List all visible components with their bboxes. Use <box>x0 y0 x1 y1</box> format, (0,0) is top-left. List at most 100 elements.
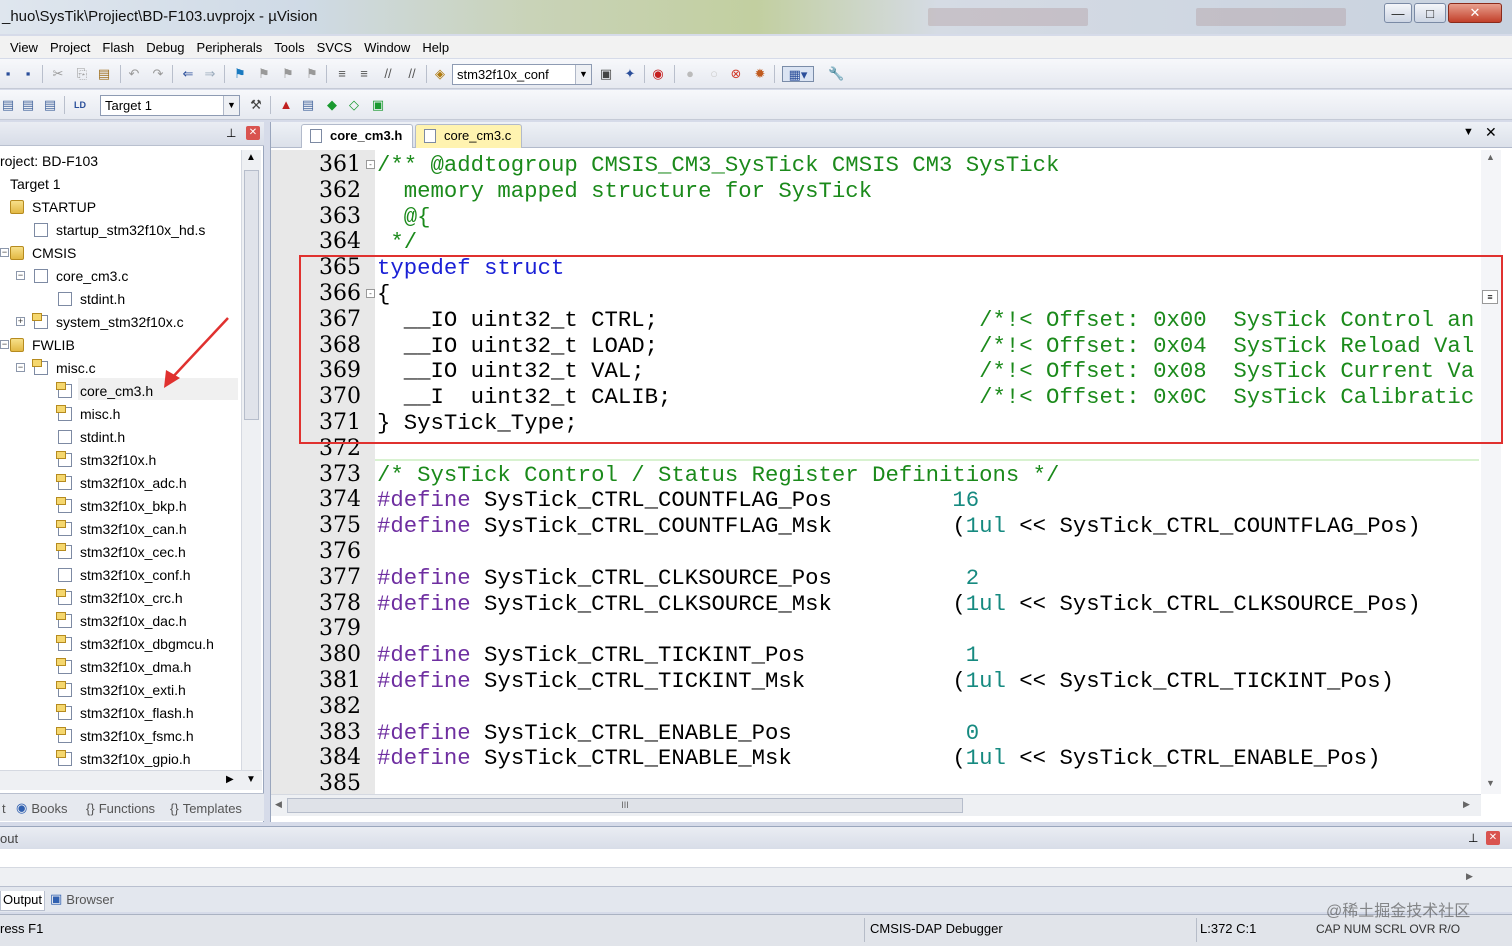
expander-icon[interactable]: − <box>0 340 9 349</box>
tab-project[interactable]: t <box>0 798 8 818</box>
close-button[interactable]: ✕ <box>1448 3 1502 23</box>
tree-item[interactable]: stdint.h <box>58 426 125 448</box>
tree-item[interactable]: stm32f10x_fsmc.h <box>56 725 194 747</box>
incremental-find-icon[interactable]: ✦ <box>622 66 638 82</box>
disable-breakpoint-icon[interactable]: ○ <box>706 66 722 82</box>
translate-icon[interactable]: ▤ <box>0 97 16 113</box>
copy-icon[interactable]: ⎘ <box>74 66 90 82</box>
tree-horizontal-scrollbar[interactable]: ▶ ▼ <box>0 770 262 790</box>
scrollbar-thumb[interactable] <box>244 170 259 420</box>
tree-item[interactable]: CMSIS <box>10 242 76 264</box>
scroll-down-icon[interactable]: ▼ <box>246 774 256 785</box>
tree-item[interactable]: stm32f10x_dbgmcu.h <box>56 633 214 655</box>
tree-item[interactable]: STARTUP <box>10 196 96 218</box>
tree-item[interactable]: stm32f10x_dma.h <box>56 656 191 678</box>
prev-bookmark-icon[interactable]: ⚑ <box>256 66 272 82</box>
tree-item[interactable]: stm32f10x_bkp.h <box>56 495 187 517</box>
tree-item[interactable]: Target 1 <box>10 173 61 195</box>
select-packs-icon[interactable]: ◇ <box>346 97 362 113</box>
clear-bookmarks-icon[interactable]: ⚑ <box>304 66 320 82</box>
comment-icon[interactable]: // <box>380 66 396 82</box>
unindent-icon[interactable]: ≡ <box>356 66 372 82</box>
close-panel-icon[interactable]: ✕ <box>1486 831 1500 845</box>
tab-templates[interactable]: {} Templates <box>168 798 244 818</box>
find-in-files-icon[interactable]: ◈ <box>432 66 448 82</box>
tree-item[interactable]: stm32f10x_crc.h <box>56 587 183 609</box>
tab-core-cm3-h[interactable]: core_cm3.h <box>301 124 414 148</box>
chevron-down-icon[interactable]: ▼ <box>575 65 591 84</box>
manage-rte-icon[interactable]: ◆ <box>324 97 340 113</box>
tree-item[interactable]: stm32f10x_can.h <box>56 518 187 540</box>
window-layout-icon[interactable]: ▦▾ <box>782 66 814 82</box>
rebuild-icon[interactable]: ▤ <box>42 97 58 113</box>
file-extensions-icon[interactable]: ▤ <box>300 97 316 113</box>
redo-icon[interactable]: ↷ <box>150 66 166 82</box>
menu-view[interactable]: View <box>0 40 44 55</box>
pin-icon[interactable]: ⊥ <box>226 126 236 140</box>
pack-installer-icon[interactable]: ▣ <box>370 97 386 113</box>
menu-peripherals[interactable]: Peripherals <box>191 40 269 55</box>
find-icon[interactable]: ▣ <box>598 66 614 82</box>
manage-components-icon[interactable]: ▲ <box>278 97 294 113</box>
scroll-up-icon[interactable]: ▲ <box>1486 152 1495 162</box>
maximize-button[interactable]: □ <box>1414 3 1446 23</box>
build-icon[interactable]: ▤ <box>20 97 36 113</box>
fold-icon[interactable]: - <box>366 160 375 169</box>
tree-item[interactable]: stm32f10x_exti.h <box>56 679 186 701</box>
pin-icon[interactable]: ⊥ <box>1468 831 1478 845</box>
load-icon[interactable]: LD <box>72 97 88 113</box>
disable-all-breakpoints-icon[interactable]: ✹ <box>752 66 768 82</box>
save-all-icon[interactable]: ▪ <box>20 66 36 82</box>
output-horizontal-scrollbar[interactable]: ▶ <box>0 867 1512 887</box>
menu-tools[interactable]: Tools <box>268 40 310 55</box>
tab-output[interactable]: Output <box>0 891 46 911</box>
close-tab-icon[interactable]: ✕ <box>1485 124 1497 141</box>
undo-icon[interactable]: ↶ <box>126 66 142 82</box>
debug-session-icon[interactable]: ◉ <box>650 66 666 82</box>
tab-list-icon[interactable]: ▼ <box>1463 126 1474 138</box>
editor-vertical-scrollbar[interactable]: ▲ ≡ ▼ <box>1481 150 1501 794</box>
tree-item[interactable]: stm32f10x_cec.h <box>56 541 186 563</box>
target-options-icon[interactable]: ⚒ <box>248 97 264 113</box>
scroll-left-icon[interactable]: ◀ <box>275 799 282 810</box>
expander-icon[interactable]: − <box>0 248 9 257</box>
next-bookmark-icon[interactable]: ⚑ <box>280 66 296 82</box>
uncomment-icon[interactable]: // <box>404 66 420 82</box>
save-icon[interactable]: ▪ <box>0 66 16 82</box>
tab-books[interactable]: ◉ Books <box>14 798 69 818</box>
tree-item[interactable]: misc.c <box>32 357 96 379</box>
menu-project[interactable]: Project <box>44 40 96 55</box>
cut-icon[interactable]: ✂ <box>50 66 66 82</box>
bookmark-icon[interactable]: ⚑ <box>232 66 248 82</box>
breakpoint-icon[interactable]: ● <box>682 66 698 82</box>
tree-item[interactable]: misc.h <box>56 403 120 425</box>
scroll-up-icon[interactable]: ▲ <box>246 152 256 163</box>
menu-debug[interactable]: Debug <box>140 40 190 55</box>
tree-item[interactable]: stdint.h <box>58 288 125 310</box>
tree-item[interactable]: stm32f10x.h <box>56 449 156 471</box>
expander-icon[interactable]: − <box>16 363 25 372</box>
tree-item[interactable]: roject: BD-F103 <box>0 150 98 172</box>
menu-window[interactable]: Window <box>358 40 416 55</box>
tree-item[interactable]: core_cm3.h <box>56 380 153 402</box>
tree-item[interactable]: FWLIB <box>10 334 75 356</box>
config-combo[interactable]: stm32f10x_conf ▼ <box>452 64 592 85</box>
chevron-down-icon[interactable]: ▼ <box>223 96 239 115</box>
scroll-down-icon[interactable]: ▼ <box>1486 778 1495 788</box>
tree-vertical-scrollbar[interactable]: ▲ <box>241 150 261 770</box>
scrollbar-thumb[interactable]: III <box>287 798 963 813</box>
editor-horizontal-scrollbar[interactable]: ◀ III ▶ <box>271 794 1481 816</box>
menu-svcs[interactable]: SVCS <box>311 40 358 55</box>
navigate-forward-icon[interactable]: ⇒ <box>202 66 218 82</box>
menu-help[interactable]: Help <box>416 40 455 55</box>
indent-icon[interactable]: ≡ <box>334 66 350 82</box>
tab-core-cm3-c[interactable]: core_cm3.c <box>415 124 523 148</box>
expander-icon[interactable]: + <box>16 317 25 326</box>
tree-item[interactable]: stm32f10x_dac.h <box>56 610 187 632</box>
scroll-right-icon[interactable]: ▶ <box>1463 799 1470 810</box>
expander-icon[interactable]: − <box>16 271 25 280</box>
configure-icon[interactable]: 🔧 <box>828 66 844 82</box>
target-combo[interactable]: Target 1 ▼ <box>100 95 240 116</box>
scroll-right-icon[interactable]: ▶ <box>226 774 234 785</box>
tree-item[interactable]: startup_stm32f10x_hd.s <box>34 219 205 241</box>
